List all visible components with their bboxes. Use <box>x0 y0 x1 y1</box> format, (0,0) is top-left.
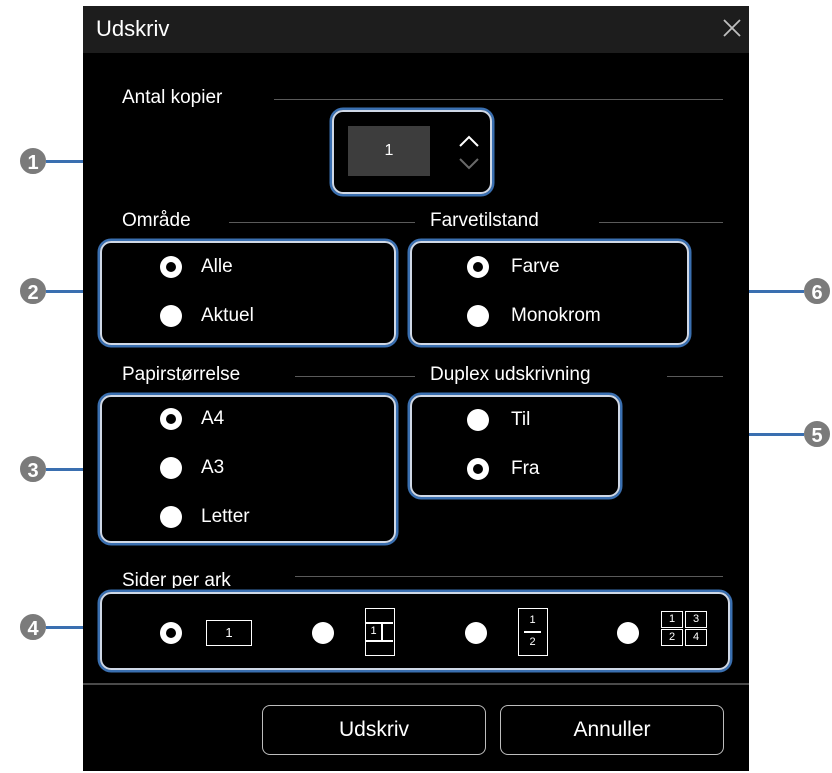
color-mode-rule <box>599 222 723 223</box>
pages-4-cell: 2 <box>661 629 683 646</box>
copies-up-icon[interactable] <box>457 131 481 151</box>
paper-option-label: A3 <box>201 457 225 478</box>
area-highlight <box>100 241 396 345</box>
paper-size-rule <box>295 376 415 377</box>
paper-size-label: Papirstørrelse <box>122 364 241 385</box>
area-radio-aktuel[interactable] <box>160 305 182 327</box>
duplex-radio-fra[interactable] <box>467 458 489 480</box>
print-button[interactable]: Udskriv <box>262 705 486 755</box>
paper-option-label: Letter <box>201 506 250 527</box>
pages-radio-4[interactable] <box>617 622 639 644</box>
color-mode-label: Farvetilstand <box>430 210 539 231</box>
pages-4-cell: 4 <box>685 629 707 646</box>
pages-2-landscape-digit: 1 <box>370 625 377 637</box>
duplex-option-label: Til <box>511 409 531 430</box>
pages-4-icon: 1 3 2 4 <box>661 611 709 647</box>
pages-2-icon: 1 2 <box>518 608 548 656</box>
paper-radio-a4[interactable] <box>160 408 182 430</box>
dialog-title: Udskriv <box>96 16 170 41</box>
duplex-option-label: Fra <box>511 458 540 479</box>
duplex-rule <box>667 376 723 377</box>
title-bar: Udskriv <box>83 6 749 53</box>
copies-rule <box>274 99 723 100</box>
pages-1-icon: 1 <box>206 620 252 646</box>
cancel-button[interactable]: Annuller <box>500 705 724 755</box>
callout-6: 6 <box>802 276 832 306</box>
pages-2-digit-top: 1 <box>529 614 536 626</box>
duplex-radio-til[interactable] <box>467 409 489 431</box>
area-option-label: Alle <box>201 256 233 277</box>
callout-3: 3 <box>18 454 48 484</box>
callout-2: 2 <box>18 276 48 306</box>
pages-1-digit: 1 <box>225 625 233 640</box>
color-option-label: Farve <box>511 256 560 277</box>
area-rule <box>229 222 415 223</box>
pages-2-digit-bottom: 2 <box>529 636 536 648</box>
pages-radio-2-landscape[interactable] <box>312 622 334 644</box>
callout-5: 5 <box>802 419 832 449</box>
area-label: Område <box>122 210 191 231</box>
callout-4: 4 <box>18 612 48 642</box>
copies-input[interactable]: 1 <box>348 126 430 176</box>
color-radio-farve[interactable] <box>467 256 489 278</box>
area-radio-alle[interactable] <box>160 256 182 278</box>
pages-4-cell: 3 <box>685 611 707 628</box>
paper-radio-letter[interactable] <box>160 506 182 528</box>
paper-radio-a3[interactable] <box>160 457 182 479</box>
callout-1: 1 <box>18 146 48 176</box>
pages-radio-2[interactable] <box>465 622 487 644</box>
copies-label: Antal kopier <box>122 87 223 108</box>
footer-divider <box>83 683 749 685</box>
pages-per-sheet-rule <box>295 576 723 577</box>
pages-radio-1[interactable] <box>160 622 182 644</box>
pages-4-cell: 1 <box>661 611 683 628</box>
color-option-label: Monokrom <box>511 305 601 326</box>
copies-down-icon[interactable] <box>457 154 481 174</box>
area-option-label: Aktuel <box>201 305 254 326</box>
duplex-label: Duplex udskrivning <box>430 364 591 385</box>
pages-2-landscape-icon: 1 <box>365 608 395 656</box>
print-dialog: Udskriv Antal kopier 1 Område Alle Aktue… <box>83 6 749 771</box>
paper-option-label: A4 <box>201 408 225 429</box>
color-radio-monokrom[interactable] <box>467 305 489 327</box>
close-icon[interactable] <box>719 15 745 41</box>
pages-per-sheet-label: Sider per ark <box>122 570 231 588</box>
